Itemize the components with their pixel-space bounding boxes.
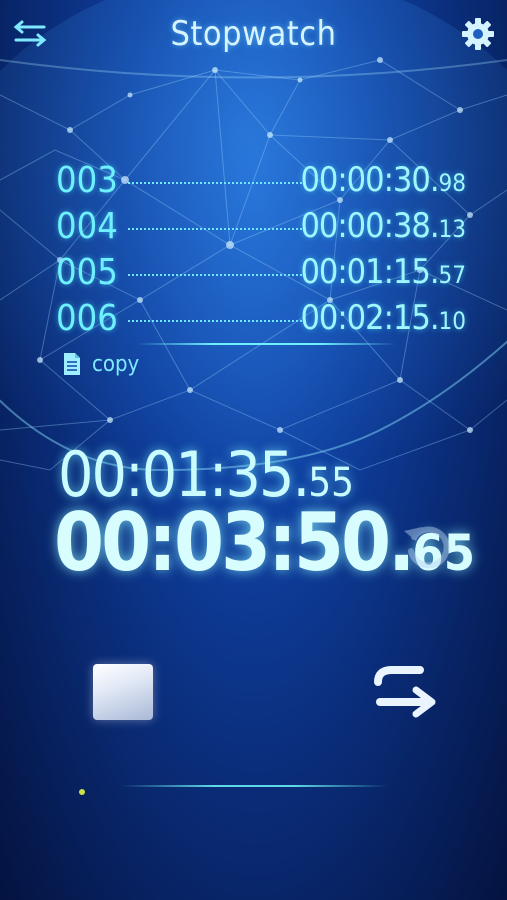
- dotted-leader: [128, 274, 306, 276]
- lap-list: 003 00:00:30.98 004 00:00:38.13 005 00:0…: [56, 160, 476, 344]
- page-title: Stopwatch: [170, 14, 337, 54]
- document-icon: [64, 353, 80, 375]
- lap-button[interactable]: [372, 660, 438, 724]
- list-item: 005 00:01:15.57: [56, 252, 476, 298]
- dotted-leader: [128, 228, 306, 230]
- lap-number: 006: [56, 298, 118, 339]
- header-bar: Stopwatch: [0, 0, 507, 70]
- lap-arrows-icon: [374, 666, 436, 718]
- reset-icon[interactable]: [398, 515, 460, 577]
- lap-number: 004: [56, 206, 118, 247]
- dotted-leader: [128, 320, 306, 322]
- lap-time: 00:00:38.13: [300, 206, 466, 246]
- list-item: 004 00:00:38.13: [56, 206, 476, 252]
- stop-button[interactable]: [93, 664, 153, 720]
- bottom-divider: [120, 785, 388, 787]
- list-item: 006 00:02:15.10: [56, 298, 476, 344]
- lap-time: 00:01:15.57: [300, 252, 466, 292]
- copy-button[interactable]: copy: [62, 348, 139, 380]
- lap-time: 00:02:15.10: [300, 298, 466, 338]
- gear-icon[interactable]: [458, 14, 498, 54]
- list-item: 003 00:00:30.98: [56, 160, 476, 206]
- lap-number: 005: [56, 252, 118, 293]
- dotted-leader: [128, 182, 306, 184]
- copy-label: copy: [92, 351, 140, 377]
- page-indicator-dot: [79, 789, 85, 795]
- lap-time: 00:00:30.98: [300, 160, 466, 200]
- lap-number: 003: [56, 160, 118, 201]
- divider: [136, 343, 396, 345]
